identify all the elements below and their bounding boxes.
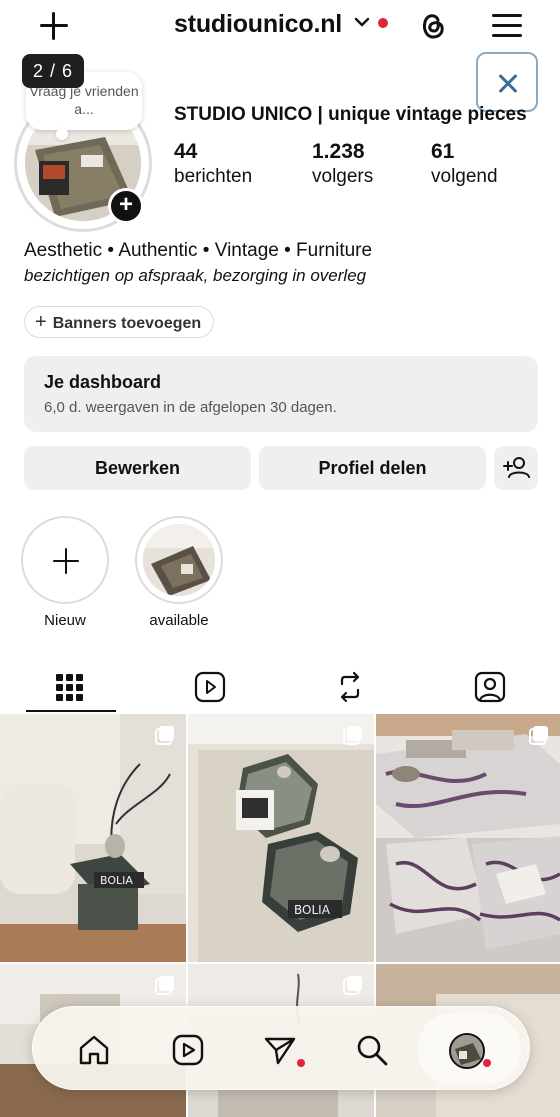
nav-home[interactable] <box>53 1007 133 1091</box>
nav-profile-avatar[interactable] <box>449 1033 485 1069</box>
multi-post-icon <box>155 976 174 995</box>
highlight-cover[interactable] <box>135 516 223 604</box>
menu-icon[interactable] <box>492 12 524 38</box>
bottom-navigation <box>32 1006 530 1090</box>
tab-reposts[interactable] <box>280 662 420 714</box>
stat-followers[interactable]: 1.238 volgers <box>312 140 373 188</box>
chevron-down-icon[interactable] <box>354 16 370 28</box>
nav-direct[interactable] <box>239 1007 319 1091</box>
notification-dot <box>378 18 388 28</box>
post-thumbnail[interactable]: BOLIA <box>188 714 374 962</box>
nav-reels[interactable] <box>147 1007 227 1091</box>
post-brand-label: BOLIA <box>294 903 331 917</box>
stat-label: berichten <box>174 166 253 187</box>
create-plus-icon[interactable] <box>36 8 72 44</box>
multi-post-icon <box>529 726 548 745</box>
tab-grid[interactable] <box>0 662 140 714</box>
dashboard-card[interactable]: Je dashboard 6,0 d. weergaven in de afge… <box>24 356 538 432</box>
stat-value: 1.238 <box>312 140 365 163</box>
stat-value: 61 <box>431 140 455 163</box>
add-story-plus-icon[interactable]: + <box>108 188 144 224</box>
highlight-label: available <box>149 612 209 629</box>
post-brand-label: BOLIA <box>100 874 133 887</box>
multi-post-icon <box>155 726 174 745</box>
reposts-icon <box>340 671 360 703</box>
threads-icon[interactable] <box>416 8 448 42</box>
add-person-button[interactable] <box>494 446 538 490</box>
grid-icon <box>56 674 83 701</box>
close-button[interactable] <box>476 52 538 112</box>
display-name: STUDIO UNICO | unique vintage pieces <box>174 104 527 125</box>
tab-reels[interactable] <box>140 662 280 714</box>
add-person-icon <box>503 457 530 478</box>
tab-tagged[interactable] <box>420 662 560 714</box>
highlight-new[interactable]: Nieuw <box>20 516 110 629</box>
multi-post-icon <box>343 726 362 745</box>
stat-label: volgend <box>431 166 498 187</box>
direct-message-icon <box>264 1037 296 1065</box>
dashboard-subtitle: 6,0 d. weergaven in de afgelopen 30 dage… <box>44 399 337 416</box>
post-thumbnail[interactable]: BOLIA <box>0 714 186 962</box>
story-pager-badge: 2 / 6 <box>22 54 84 88</box>
stat-label: volgers <box>312 166 374 187</box>
share-profile-button[interactable]: Profiel delen <box>259 446 486 490</box>
reels-icon <box>172 1034 204 1066</box>
search-icon <box>357 1035 388 1066</box>
edit-profile-button[interactable]: Bewerken <box>24 446 251 490</box>
nav-notification-dot <box>483 1059 491 1067</box>
nav-search[interactable] <box>331 1007 411 1091</box>
nav-notification-dot <box>297 1059 305 1067</box>
stat-following[interactable]: 61 volgend <box>431 140 498 188</box>
plus-icon: + <box>35 311 47 333</box>
active-tab-indicator <box>26 710 116 712</box>
new-highlight-plus-icon[interactable] <box>21 516 109 604</box>
reels-icon <box>194 671 226 703</box>
highlight-available[interactable]: available <box>134 516 224 629</box>
highlight-label: Nieuw <box>44 612 86 629</box>
username-title[interactable]: studiounico.nl <box>174 10 342 39</box>
tagged-icon <box>474 671 506 703</box>
post-thumbnail[interactable] <box>376 714 560 962</box>
home-icon <box>79 1035 109 1065</box>
bio-line: Aesthetic • Authentic • Vintage • Furnit… <box>24 240 373 261</box>
stat-posts[interactable]: 44 berichten <box>174 140 252 188</box>
top-bar: studiounico.nl <box>0 0 560 52</box>
profile-tabs <box>0 662 560 714</box>
add-banners-button[interactable]: + Banners toevoegen <box>24 306 215 338</box>
multi-post-icon <box>343 976 362 995</box>
add-banners-label: Banners toevoegen <box>52 315 202 332</box>
dashboard-title: Je dashboard <box>44 372 162 392</box>
bio-line-italic: bezichtigen op afspraak, bezorging in ov… <box>24 266 367 285</box>
stat-value: 44 <box>174 140 198 163</box>
